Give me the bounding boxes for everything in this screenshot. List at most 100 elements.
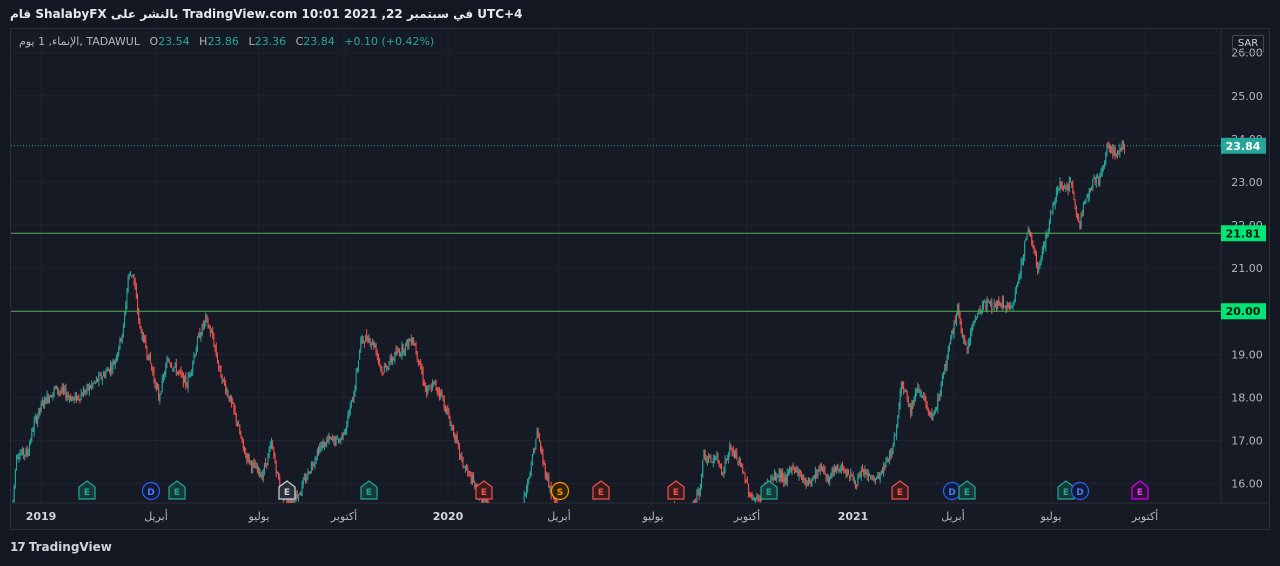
chart-canvas[interactable]: 16.0017.0018.0019.0020.0021.0022.0023.00… xyxy=(11,29,1269,529)
candle-body xyxy=(856,485,858,487)
candle-body xyxy=(642,528,643,529)
candle-body xyxy=(977,313,979,318)
candle-body xyxy=(847,469,849,475)
candle-body xyxy=(20,452,22,455)
candle-body xyxy=(1051,212,1053,214)
footer-brand[interactable]: 17 TradingView xyxy=(10,540,112,554)
candle-body xyxy=(90,386,92,389)
candle-body xyxy=(910,405,912,415)
candle-body xyxy=(500,515,501,522)
candle-body xyxy=(413,339,415,344)
candle-body xyxy=(191,370,193,373)
candle-body xyxy=(530,466,532,476)
candle-body xyxy=(169,363,171,366)
candle-body xyxy=(1086,196,1088,199)
candle-body xyxy=(939,395,941,397)
candle-body xyxy=(421,368,423,373)
candle-body xyxy=(979,308,981,313)
candle-body xyxy=(201,324,203,336)
candle-body xyxy=(937,398,939,409)
level-price-tag: 20.00 xyxy=(1226,305,1261,318)
candle-body xyxy=(1118,153,1120,155)
candle-body xyxy=(85,390,87,393)
candle-body xyxy=(395,350,397,355)
candle-body xyxy=(461,456,463,459)
candle-body xyxy=(1035,253,1037,266)
candle-body xyxy=(336,437,338,439)
event-marker-dividend[interactable]: D xyxy=(1070,481,1090,501)
candle-body xyxy=(219,365,221,368)
candle-body xyxy=(145,338,147,349)
candle-body xyxy=(933,410,935,416)
candle-body xyxy=(416,351,418,359)
candle-body xyxy=(588,522,589,523)
currency-button[interactable]: SAR xyxy=(1232,35,1264,53)
candle-body xyxy=(789,468,791,472)
symbol-label[interactable]: الإنماء, 1 يوم, TADAWUL xyxy=(19,35,140,48)
candle-body xyxy=(521,513,522,515)
candle-body xyxy=(936,407,938,409)
candle-body xyxy=(287,499,289,502)
candle-body xyxy=(65,388,67,398)
candle-body xyxy=(874,478,876,481)
candle-body xyxy=(318,449,319,454)
candle-body xyxy=(833,468,835,475)
candle-body xyxy=(870,475,872,477)
candle-body xyxy=(785,475,787,484)
candle-body xyxy=(681,504,682,510)
candle-body xyxy=(406,340,408,344)
candle-body xyxy=(505,523,506,527)
candle-body xyxy=(166,360,168,368)
candle-body xyxy=(112,361,114,370)
candle-body xyxy=(361,336,363,341)
candle-body xyxy=(795,470,797,473)
event-marker-split[interactable]: S xyxy=(550,481,570,501)
open-value: 23.54 xyxy=(158,35,190,48)
candle-body xyxy=(175,363,177,374)
candle-body xyxy=(316,450,318,457)
event-marker-dividend[interactable]: D xyxy=(141,481,161,501)
candle-body xyxy=(243,449,245,454)
candle-body xyxy=(276,471,278,473)
candle-body xyxy=(462,457,464,467)
candle-body xyxy=(376,353,378,356)
candle-body xyxy=(878,474,880,479)
event-marker-dividend[interactable]: D xyxy=(942,481,962,501)
candle-body xyxy=(19,453,21,460)
candle-body xyxy=(1088,188,1090,197)
candle-body xyxy=(851,474,853,476)
candle-body xyxy=(946,356,948,366)
candle-body xyxy=(173,366,175,369)
candle-body xyxy=(736,451,738,460)
chart-frame[interactable]: 16.0017.0018.0019.0020.0021.0022.0023.00… xyxy=(10,28,1270,530)
candle-body xyxy=(1094,177,1096,182)
candle-body xyxy=(995,303,997,310)
event-letter: E xyxy=(897,488,903,498)
candle-body xyxy=(168,359,170,363)
candle-body xyxy=(1100,172,1102,174)
candle-body xyxy=(941,374,943,385)
candle-body xyxy=(580,517,581,518)
candle-body xyxy=(206,315,208,319)
candle-body xyxy=(40,403,42,411)
candle-body xyxy=(523,495,525,503)
candle-body xyxy=(905,390,907,392)
candle-body xyxy=(756,496,758,498)
candle-body xyxy=(1012,305,1014,308)
candle-body xyxy=(93,382,95,384)
candle-body xyxy=(1104,162,1106,166)
candle-body xyxy=(148,353,150,361)
candle-body xyxy=(992,308,994,310)
candle-body xyxy=(226,390,228,393)
candle-body xyxy=(48,396,50,403)
candle-body xyxy=(726,458,728,460)
candle-body xyxy=(261,474,263,480)
candle-body xyxy=(290,500,292,503)
candle-body xyxy=(709,456,711,458)
candle-body xyxy=(873,479,875,481)
change-value: +0.10 (+0.42%) xyxy=(344,35,435,48)
event-letter: E xyxy=(174,488,180,498)
candle-body xyxy=(753,498,755,501)
candle-body xyxy=(410,338,412,343)
candle-body xyxy=(889,454,891,460)
